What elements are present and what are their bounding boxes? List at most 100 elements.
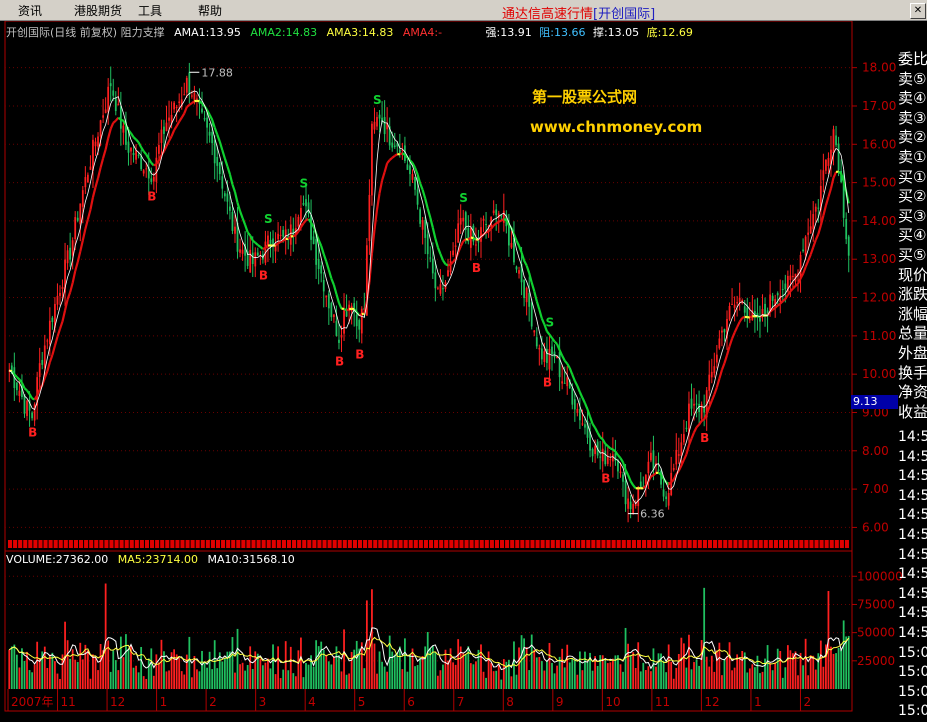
volume-bar: [36, 642, 38, 689]
volume-bar: [315, 640, 317, 689]
menu-help[interactable]: 帮助: [198, 2, 222, 19]
ama-segment: [803, 267, 806, 274]
signal-strip-cell: [84, 540, 88, 548]
signal-strip-cell: [728, 540, 732, 548]
sell-signal: S: [373, 93, 382, 107]
volume-bar: [290, 647, 292, 689]
signal-strip-cell: [475, 540, 479, 548]
signal-strip-cell: [226, 540, 230, 548]
x-tick-label: 1: [754, 695, 762, 709]
volume-bar: [597, 666, 599, 689]
signal-strip-cell: [125, 540, 129, 548]
volume-bar: [13, 645, 15, 689]
candle-body: [333, 314, 335, 317]
candle-body: [374, 122, 376, 130]
volume-bar: [191, 677, 193, 689]
volume-bar: [328, 661, 330, 689]
signal-strip-cell: [571, 540, 575, 548]
volume-bar: [751, 664, 753, 689]
menu-tools[interactable]: 工具: [138, 2, 162, 19]
signal-strip-cell: [429, 540, 433, 548]
candle-body: [229, 207, 231, 211]
volume-bar: [835, 653, 837, 689]
signal-strip-cell: [678, 540, 682, 548]
chart-area[interactable]: 6.007.008.009.0010.0011.0012.0013.0014.0…: [0, 21, 927, 714]
chart-frame: [5, 21, 852, 711]
volume-bar: [698, 666, 700, 689]
volume-bar: [125, 634, 127, 689]
volume-bar: [49, 655, 51, 689]
signal-strip-cell: [708, 540, 712, 548]
volume-bar: [726, 656, 728, 689]
candle-body: [716, 355, 718, 363]
ama-segment: [260, 247, 263, 249]
close-icon[interactable]: ✕: [910, 3, 926, 19]
volume-bar: [181, 671, 183, 689]
volume-header: VOLUME:27362.00 MA5:23714.00 MA10:31568.…: [6, 553, 295, 566]
ama-segment: [691, 432, 694, 438]
ama-segment: [778, 304, 781, 306]
candle-body: [100, 120, 102, 136]
signal-strip-cell: [830, 540, 834, 548]
signal-strip-cell: [333, 540, 337, 548]
signal-strip-cell: [835, 540, 839, 548]
price-tick-label: 11.00: [862, 329, 896, 343]
tick-time-item: 15:0: [898, 683, 927, 703]
candle-body: [419, 209, 421, 224]
stock-label: 开创国际(日线 前复权) 阻力支撑: [6, 26, 165, 39]
ama-segment: [826, 197, 829, 206]
candle-body: [356, 315, 358, 327]
candle-body: [376, 117, 378, 126]
volume-bar: [746, 672, 748, 689]
candle-body: [145, 168, 147, 169]
ama-segment: [103, 149, 106, 158]
volume-bar: [721, 675, 723, 689]
side-panel-item: 总量: [898, 324, 927, 344]
volume-bar: [711, 656, 713, 689]
ama-segment: [380, 180, 383, 193]
ama-segment: [80, 240, 83, 251]
tick-time-column: 14:514:514:514:514:514:514:514:514:514:5…: [898, 428, 927, 722]
candle-body: [571, 388, 573, 405]
candle-body: [158, 145, 160, 154]
ama-segment: [516, 241, 519, 246]
signal-strip-cell: [804, 540, 808, 548]
signal-strip-cell: [444, 540, 448, 548]
signal-strip-cell: [358, 540, 362, 548]
candle-body: [267, 236, 269, 246]
candle-body: [782, 289, 784, 290]
volume-bar: [224, 658, 226, 689]
menu-info[interactable]: 资讯: [18, 2, 42, 19]
kline-chart[interactable]: 6.007.008.009.0010.0011.0012.0013.0014.0…: [0, 21, 927, 714]
ama-segment: [167, 141, 170, 146]
candle-body: [609, 459, 611, 460]
ama-segment: [217, 134, 220, 141]
candle-body: [186, 78, 188, 93]
signal-strip-cell: [388, 540, 392, 548]
volume-bar: [637, 642, 639, 689]
volume-tick-label: 75000: [857, 597, 895, 611]
side-panel-item: 买④: [898, 226, 927, 246]
ama-segment: [235, 192, 238, 203]
ama-segment: [570, 368, 573, 375]
candle-body: [511, 243, 513, 247]
candle-body: [452, 250, 454, 255]
volume-bar: [133, 668, 135, 689]
signal-strip-cell: [180, 540, 184, 548]
ama-segment: [811, 247, 814, 254]
menu-hk-futures[interactable]: 港股期货: [74, 2, 122, 19]
volume-bar: [736, 654, 738, 689]
high-annotation: 17.88: [201, 66, 233, 79]
ama-segment: [116, 118, 119, 121]
x-tick-label: 3: [259, 695, 267, 709]
volume-bar: [92, 654, 94, 689]
candle-body: [219, 162, 221, 174]
volume-bar: [333, 656, 335, 689]
ama-segment: [349, 309, 352, 310]
signal-strip-cell: [505, 540, 509, 548]
candle-body: [226, 194, 228, 202]
ama-segment: [240, 211, 243, 218]
side-panel-item: 卖③: [898, 109, 927, 129]
ama-segment: [724, 355, 727, 363]
candle-body: [87, 175, 89, 183]
